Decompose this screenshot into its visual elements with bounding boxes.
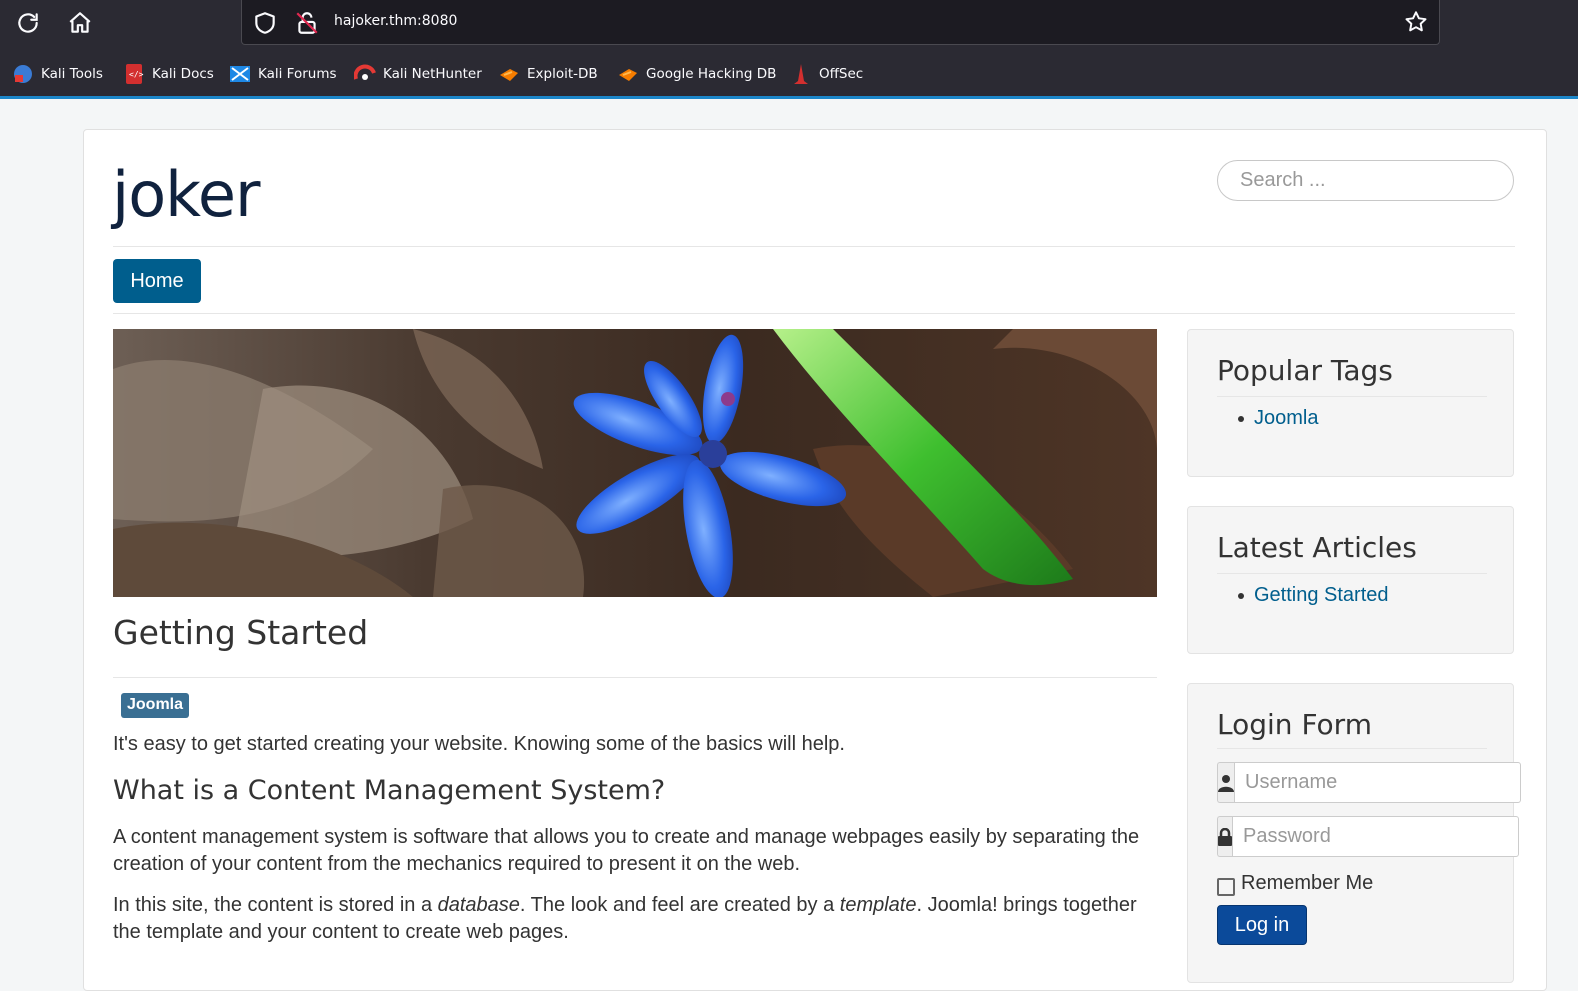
url-text[interactable]: hajoker.thm:8080 [334, 13, 457, 29]
latest-articles-title: Latest Articles [1217, 531, 1417, 564]
bookmark-kali-docs[interactable]: </> Kali Docs [123, 62, 214, 86]
bookmark-kali-nethunter[interactable]: Kali NetHunter [353, 62, 482, 86]
ghdb-icon [617, 63, 639, 85]
nav-home[interactable]: Home [113, 259, 201, 303]
remember-me: Remember Me [1217, 870, 1373, 896]
login-button[interactable]: Log in [1217, 905, 1307, 945]
latest-articles-module: Latest Articles Getting Started [1187, 506, 1514, 654]
bookmark-kali-tools[interactable]: Kali Tools [12, 62, 103, 86]
kali-tools-icon [12, 63, 34, 85]
offsec-icon [790, 63, 812, 85]
article-divider [113, 677, 1157, 678]
address-bar[interactable]: hajoker.thm:8080 [241, 0, 1440, 45]
article-link[interactable]: Getting Started [1254, 584, 1389, 607]
remember-me-label: Remember Me [1241, 871, 1374, 894]
password-input[interactable] [1232, 816, 1519, 857]
browser-toolbar: hajoker.thm:8080 Kali Tools </> Kali Doc… [0, 0, 1578, 99]
reload-icon[interactable] [12, 7, 44, 39]
remember-me-checkbox[interactable] [1217, 878, 1235, 896]
login-module: Login Form Remember Me Log in [1187, 683, 1521, 983]
site-brand[interactable]: joker [112, 158, 260, 231]
article-title[interactable]: Getting Started [113, 613, 368, 652]
nav-divider [113, 313, 1515, 314]
login-title: Login Form [1217, 708, 1372, 741]
username-group [1217, 762, 1521, 803]
search-input[interactable] [1217, 160, 1514, 201]
bookmark-google-hacking-db[interactable]: Google Hacking DB [617, 62, 776, 86]
article-tag[interactable]: Joomla [121, 693, 190, 718]
lock-icon [1217, 816, 1232, 857]
username-input[interactable] [1234, 762, 1521, 803]
popular-tags-title: Popular Tags [1217, 354, 1393, 387]
svg-text:</>: </> [129, 70, 144, 79]
paragraph-2: In this site, the content is stored in a… [113, 894, 1137, 943]
insecure-lock-icon[interactable] [294, 10, 320, 41]
popular-tags-module: Popular Tags Joomla [1187, 329, 1514, 477]
kali-docs-icon: </> [123, 63, 145, 85]
bookmark-exploit-db[interactable]: Exploit-DB [498, 62, 598, 86]
exploit-db-icon [498, 63, 520, 85]
article-intro: It's easy to get started creating your w… [113, 733, 845, 755]
page-container: joker Home [83, 129, 1547, 991]
bookmark-offsec[interactable]: OffSec [790, 62, 863, 86]
password-group [1217, 816, 1519, 857]
kali-nethunter-icon [353, 63, 376, 85]
banner-image [113, 329, 1157, 597]
paragraph-1: A content management system is software … [113, 826, 1140, 875]
shield-icon[interactable] [252, 10, 278, 41]
home-icon[interactable] [64, 7, 96, 39]
header-divider [113, 246, 1515, 247]
tag-link[interactable]: Joomla [1254, 407, 1318, 430]
kali-forums-icon [229, 63, 251, 85]
bookmark-kali-forums[interactable]: Kali Forums [229, 62, 337, 86]
section-heading: What is a Content Management System? [113, 775, 666, 806]
user-icon [1217, 762, 1234, 803]
bookmark-star-icon[interactable] [1403, 9, 1429, 40]
